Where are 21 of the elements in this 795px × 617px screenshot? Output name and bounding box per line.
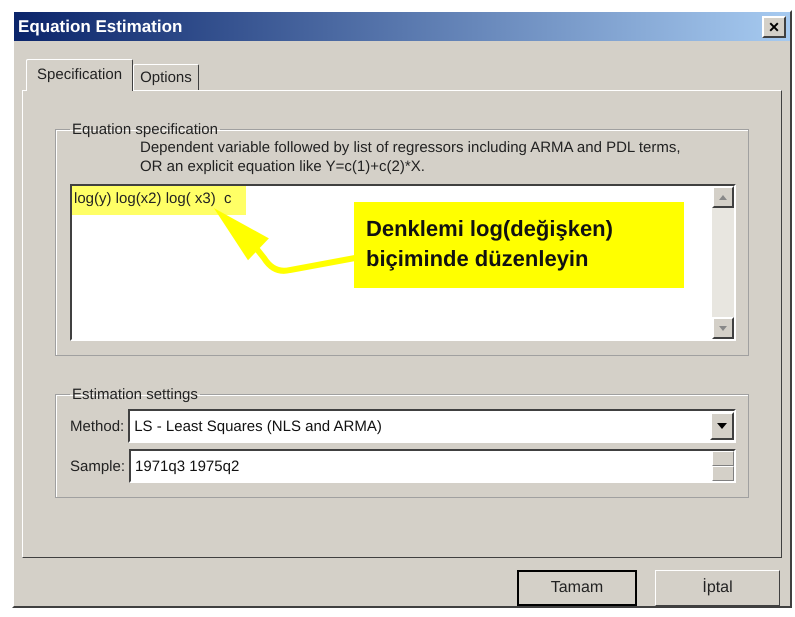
tab[interactable]: Options — [133, 64, 199, 90]
sample-field[interactable]: 1971q3 1975q2 — [129, 449, 736, 483]
equation-text: log(y) log(x2) log( x3) c — [72, 186, 246, 215]
group-title: Equation specification — [71, 121, 219, 138]
tab[interactable]: Specification — [26, 59, 134, 91]
dialog-button[interactable]: Tamam — [517, 570, 637, 606]
callout-note: Denklemi log(değişken) biçiminde düzenleyin — [354, 202, 684, 288]
scrollbar[interactable] — [712, 186, 734, 339]
down-arrow-icon — [719, 326, 727, 330]
spinner-icon[interactable] — [712, 451, 734, 481]
up-arrow-icon — [719, 194, 727, 200]
window-title: Equation Estimation — [18, 16, 182, 36]
group-title: Estimation settings — [71, 386, 199, 403]
close-button[interactable]: × — [762, 16, 786, 38]
method-dropdown[interactable]: LS - Least Squares (NLS and ARMA) — [128, 409, 736, 443]
dialog-button[interactable]: İptal — [655, 570, 780, 606]
hint-text: Dependent variable followed by list of regressors including ARMA and PDL terms, OR an explicit equation like Y=c(1)+c(2)*X. — [140, 138, 682, 176]
method-label: Method: — [70, 418, 124, 434]
dropdown-arrow-icon — [717, 423, 727, 429]
sample-label: Sample: — [70, 458, 126, 474]
equation-field[interactable]: log(y) log(x2) log( x3) c Denklemi log(değişken) biçiminde düzenleyin — [70, 184, 736, 341]
